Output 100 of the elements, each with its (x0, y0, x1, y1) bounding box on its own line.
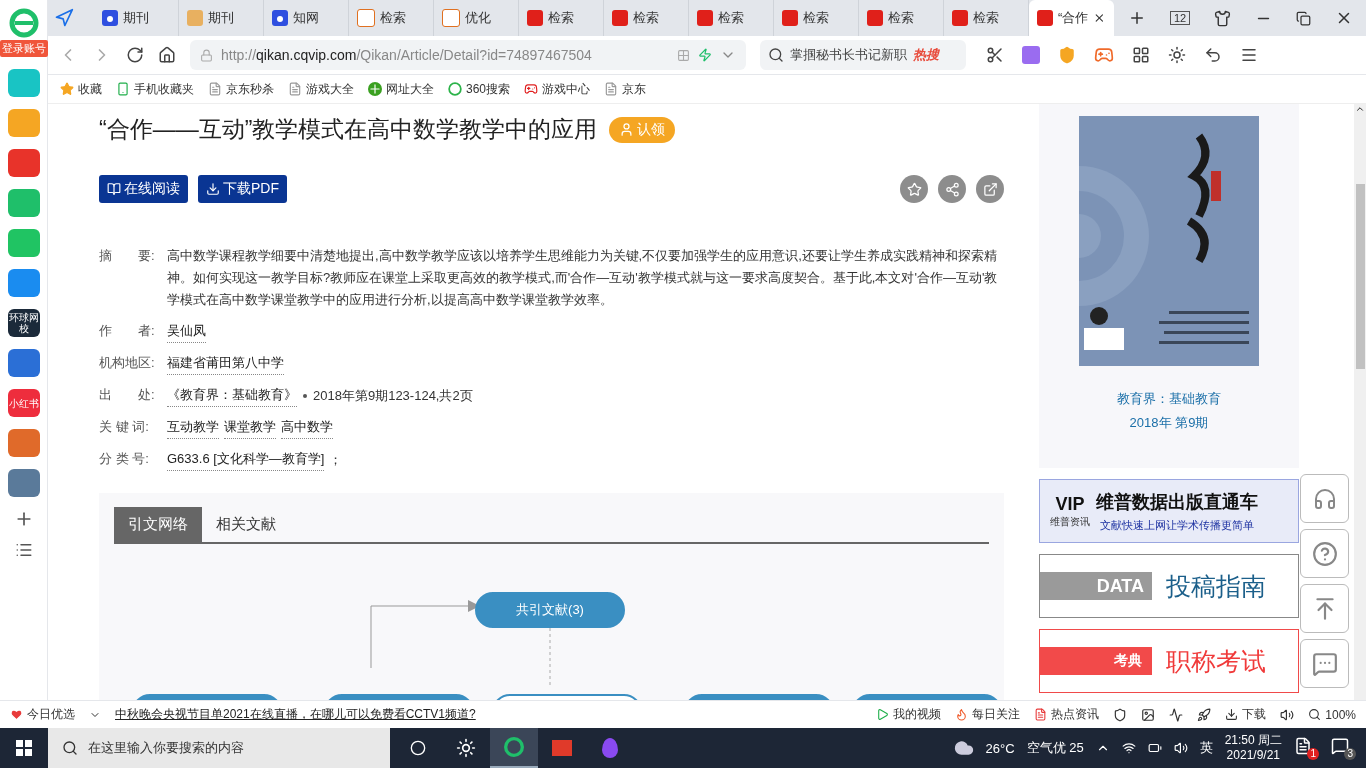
navigation-icon[interactable] (54, 8, 74, 28)
address-bar[interactable]: http://qikan.cqvip.com/Qikan/Article/Detail?id=74897467504 (190, 40, 746, 70)
journal-link[interactable]: 《教育界：基础教育》 (167, 384, 297, 407)
shield-icon[interactable] (1113, 707, 1128, 722)
gamepad-icon[interactable] (1094, 45, 1114, 65)
scissors-icon[interactable] (986, 46, 1004, 64)
browser-tab[interactable]: “合作 (1029, 0, 1114, 36)
shirt-icon[interactable] (1214, 9, 1232, 27)
bookmark[interactable]: 网址大全 (368, 80, 434, 98)
ad-banner[interactable]: DATA 投稿指南 (1039, 554, 1299, 618)
status-link[interactable]: 我的视频 (876, 706, 942, 723)
app-icon[interactable]: 环球网校 (7, 309, 40, 337)
back-to-top-button[interactable] (1300, 584, 1349, 633)
read-online-button[interactable]: 在线阅读 (99, 175, 188, 203)
today-picks[interactable]: 今日优选 (10, 706, 75, 723)
feedback-button[interactable] (1300, 639, 1349, 688)
undo-icon[interactable] (1204, 46, 1222, 64)
browser-tab[interactable]: 检索 (519, 0, 604, 36)
external-link-icon (982, 181, 998, 197)
ad-banner[interactable]: VIP 维普资讯 维普数据出版直通车 文献快速上网让学术传播更简单 (1039, 479, 1299, 543)
meta-link[interactable]: 高中数学 (281, 416, 333, 439)
reload-icon[interactable] (126, 46, 144, 64)
app-icon[interactable] (7, 229, 40, 257)
browser-tab[interactable]: 检索 (944, 0, 1029, 36)
browser-tab[interactable]: 期刊 (94, 0, 179, 36)
tab-count[interactable]: 12 (1170, 11, 1191, 25)
status-link[interactable]: 热点资讯 (1034, 706, 1100, 723)
graph-node[interactable]: 共引文献(3) (475, 592, 625, 628)
browser-app-icon[interactable] (490, 728, 538, 768)
temperature-text[interactable]: 26°C (985, 740, 1015, 756)
image-icon[interactable] (1141, 707, 1156, 722)
sun-icon[interactable] (1168, 46, 1186, 64)
volume-icon[interactable] (1280, 707, 1295, 722)
browser-tab[interactable]: 检索 (349, 0, 434, 36)
wifi-icon[interactable] (1121, 741, 1136, 755)
browser-tab[interactable]: 优化 (434, 0, 519, 36)
open-external-button[interactable] (976, 175, 1004, 203)
app-icon[interactable] (7, 149, 40, 177)
app-icon[interactable]: 小红书 (7, 389, 40, 417)
favorite-button[interactable] (900, 175, 928, 203)
bookmark[interactable]: 收藏 (60, 80, 102, 98)
meta-link[interactable]: G633.6 [文化科学—教育学] (167, 448, 325, 471)
meta-link[interactable]: 吴仙凤 (167, 320, 206, 343)
bookmark-label: 游戏大全 (306, 80, 354, 98)
panel-tab[interactable]: 相关文献 (202, 507, 290, 542)
app-icon[interactable] (7, 189, 40, 217)
bookmark[interactable]: 游戏大全 (288, 80, 354, 98)
ad-banner[interactable]: 考典 职称考试 (1039, 629, 1299, 693)
panel-tab[interactable]: 引文网络 (114, 507, 202, 542)
support-button[interactable] (1300, 474, 1349, 523)
volume-icon[interactable] (1173, 741, 1188, 755)
bookmark[interactable]: 手机收藏夹 (116, 80, 194, 98)
air-quality-text[interactable]: 空气优 25 (1026, 739, 1084, 757)
app-icon[interactable] (7, 429, 40, 457)
search-field[interactable]: 掌掴秘书长书记新职 热搜 (760, 40, 966, 70)
tab-title: 检索 (633, 9, 659, 27)
rocket-icon[interactable] (1197, 707, 1212, 722)
scrollbar[interactable] (1354, 104, 1366, 700)
bookmark[interactable]: 360搜索 (448, 80, 511, 98)
weather-icon[interactable] (953, 738, 974, 758)
bookmark[interactable]: 京东秒杀 (208, 80, 274, 98)
heart-icon (10, 708, 23, 721)
scroll-up-icon[interactable] (1355, 104, 1365, 114)
menu-icon[interactable] (1240, 46, 1258, 64)
download-button[interactable]: 下载PDF (198, 175, 287, 203)
battery-icon[interactable] (1147, 741, 1162, 755)
restore-icon[interactable] (1296, 10, 1312, 26)
app-icon[interactable] (7, 349, 40, 377)
browser-tab[interactable]: 检索 (774, 0, 859, 36)
browser-tab[interactable]: 检索 (859, 0, 944, 36)
pulse-icon[interactable] (1169, 707, 1184, 722)
zoom-control[interactable]: 100% (1308, 707, 1356, 722)
ime-indicator[interactable]: 英 (1199, 739, 1213, 757)
meta-link[interactable]: 福建省莆田第八中学 (167, 352, 284, 375)
scroll-thumb[interactable] (1355, 184, 1365, 369)
news-link[interactable]: 中秋晚会央视节目单2021在线直播，在哪儿可以免费看CCTV1频道? (115, 706, 476, 723)
tab-title: 检索 (973, 9, 999, 27)
browser-tab[interactable]: 知网 (264, 0, 349, 36)
share-button[interactable] (938, 175, 966, 203)
browser-tab[interactable]: 检索 (604, 0, 689, 36)
meta-link[interactable]: 互动教学 (167, 416, 219, 439)
bookmark[interactable]: 京东 (604, 80, 647, 98)
apps-icon[interactable] (1132, 46, 1150, 64)
home-icon[interactable] (158, 46, 176, 64)
new-tab-icon[interactable] (1128, 9, 1146, 27)
page-icon (288, 82, 302, 96)
clock[interactable]: 21:50 周二 2021/9/21 (1224, 733, 1282, 763)
close-icon[interactable] (1093, 11, 1106, 25)
app-icon[interactable] (7, 269, 40, 297)
help-button[interactable] (1300, 529, 1349, 578)
browser-tab[interactable]: 检索 (689, 0, 774, 36)
browser-tab[interactable]: 期刊 (179, 0, 264, 36)
taskbar-search-field[interactable]: 在这里输入你要搜索的内容 (48, 728, 390, 768)
browser-logo-icon[interactable] (8, 8, 39, 38)
status-link[interactable]: 每日关注 (955, 706, 1021, 723)
list-icon[interactable] (14, 541, 33, 559)
app-icon[interactable] (7, 469, 40, 497)
meta-link[interactable]: 课堂教学 (224, 416, 276, 439)
download-link[interactable]: 下载 (1225, 706, 1267, 723)
bookmark[interactable]: 游戏中心 (524, 80, 591, 98)
